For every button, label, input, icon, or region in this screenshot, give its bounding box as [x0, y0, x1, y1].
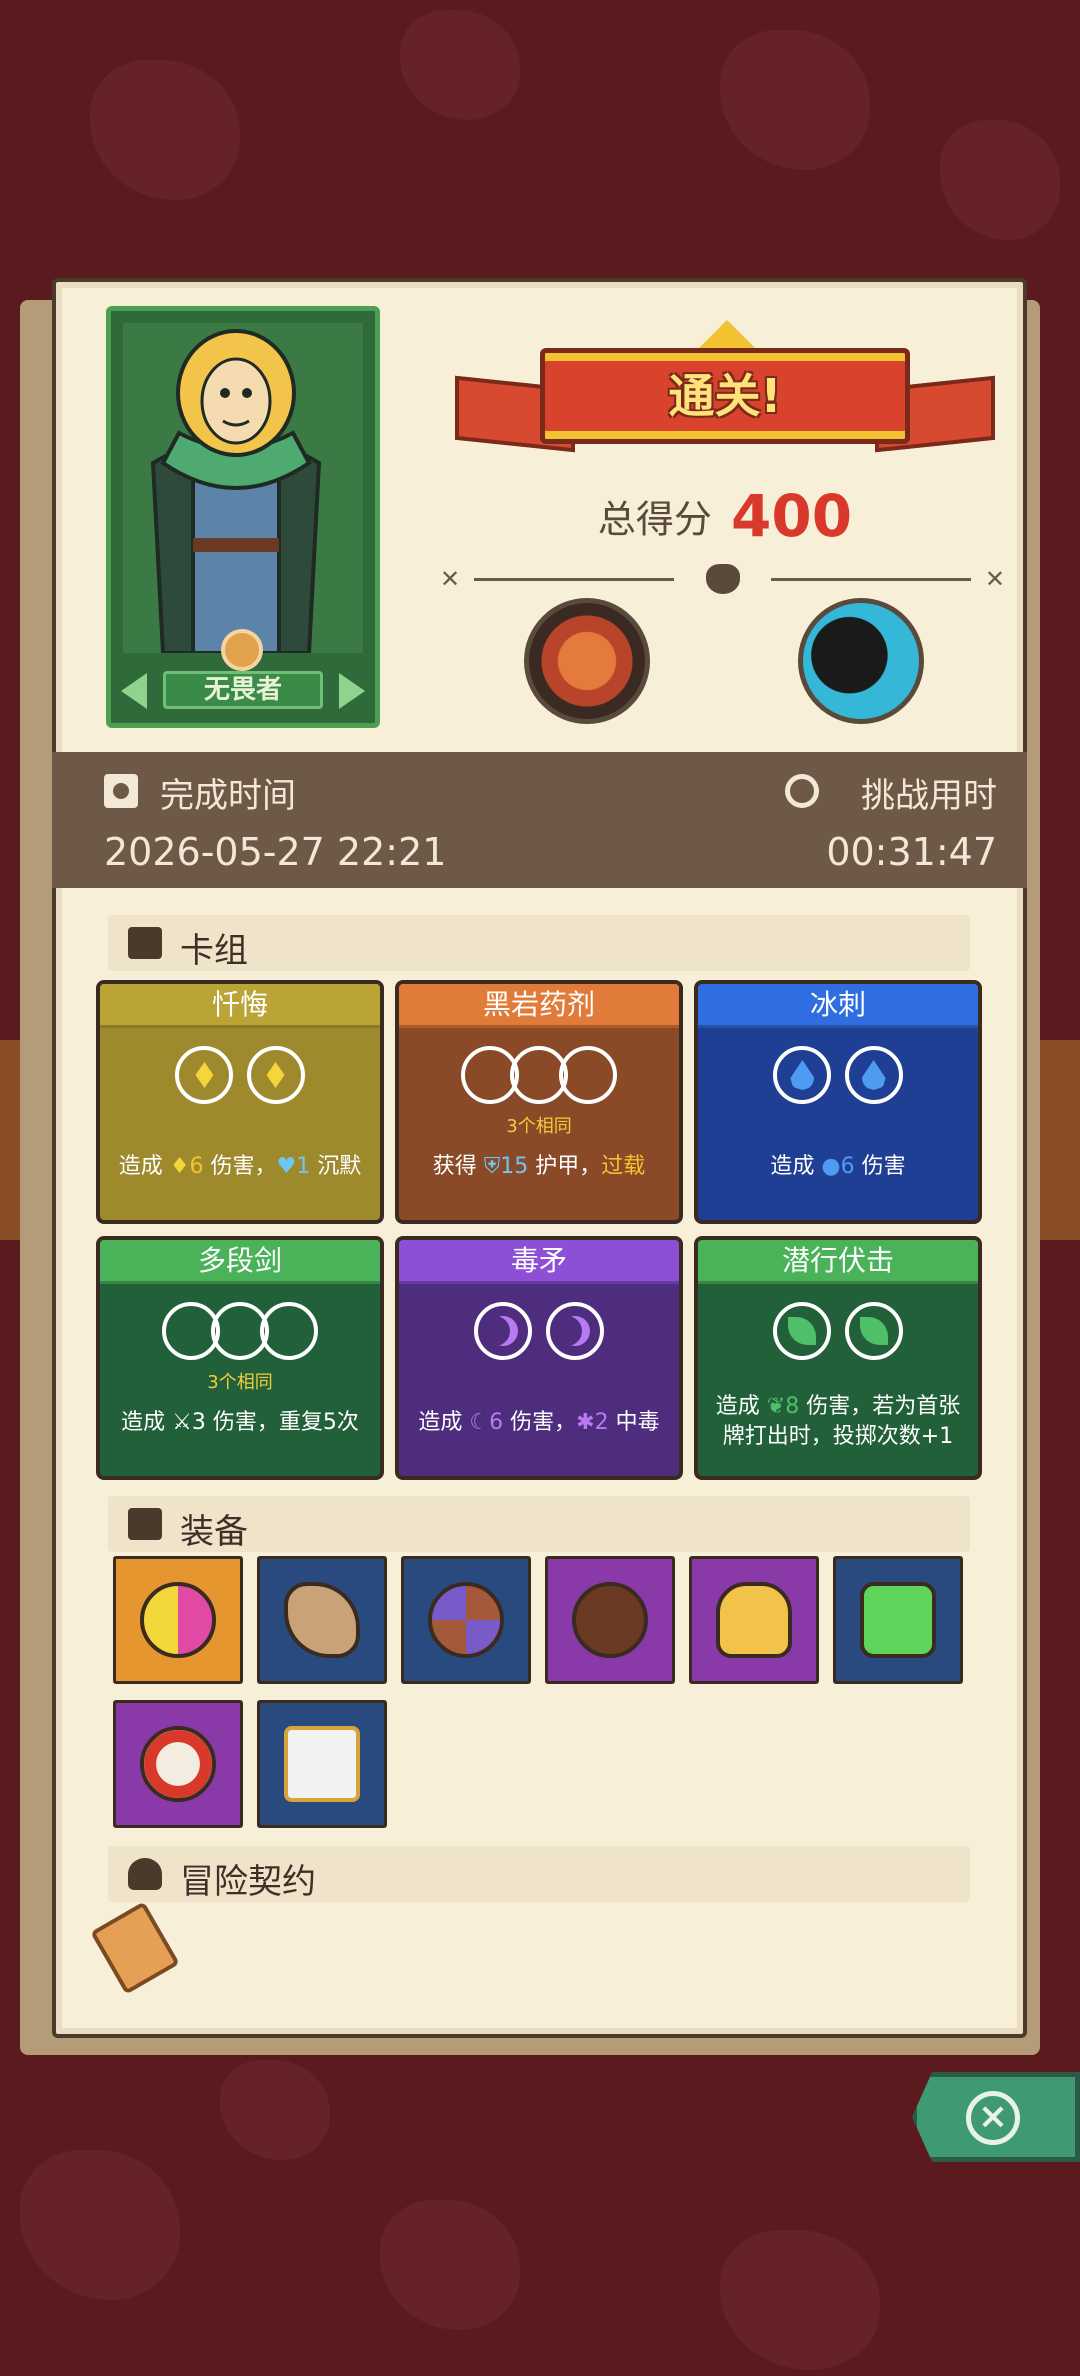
deck-card[interactable]: 多段剑 3个相同 造成 ⚔3 伤害，重复5次 [96, 1236, 384, 1480]
crossed-swords-icon: ✕ [440, 565, 461, 593]
total-score: 总得分 400 [455, 482, 995, 550]
hero-next-arrow-icon[interactable] [339, 673, 365, 709]
card-name: 毒矛 [399, 1240, 679, 1284]
shadow-beast-boss[interactable] [798, 598, 924, 724]
deck-title: 卡组 [180, 931, 248, 971]
score-label: 总得分 [597, 497, 712, 542]
leaf-orb-icon [844, 1302, 903, 1360]
card-name: 多段剑 [100, 1240, 380, 1284]
diamond-orb-icon [175, 1046, 234, 1104]
deck-card[interactable]: 冰刺 造成 ●6 伤害 [694, 980, 982, 1224]
yin-yang-orb-icon[interactable] [113, 1556, 243, 1684]
card-description: 造成 ☾6 伤害，✱2 中毒 [418, 1410, 660, 1435]
water-drop-orb-icon [773, 1046, 832, 1104]
duration-label: 挑战用时 [861, 776, 997, 816]
victory-ribbon: 通关! [455, 320, 995, 470]
card-description: 获得 ⛨15 护甲，过载 [432, 1154, 646, 1179]
hero-portrait [123, 323, 363, 655]
glove-icon[interactable] [689, 1556, 819, 1684]
calendar-icon [104, 774, 138, 808]
deck-card[interactable]: 忏悔 造成 ♦6 伤害，♥1 沉默 [96, 980, 384, 1224]
duration-value: 00:31:47 [826, 830, 997, 874]
complete-time-value: 2026-05-27 22:21 [104, 830, 447, 874]
close-icon[interactable]: × [966, 2091, 1020, 2145]
card-description: 造成 ⚔3 伤害，重复5次 [121, 1410, 359, 1435]
skull-icon [706, 564, 740, 594]
hero-name: 无畏者 [163, 671, 323, 709]
hero-card[interactable]: 无畏者 [106, 306, 380, 728]
horn-icon[interactable] [257, 1556, 387, 1684]
card-name: 冰刺 [698, 984, 978, 1028]
deck-card[interactable]: 黑岩药剂 3个相同 获得 ⛨15 护甲，过载 [395, 980, 683, 1224]
card-description: 造成 ♦6 伤害，♥1 沉默 [118, 1154, 362, 1179]
time-bar: 完成时间 挑战用时 2026-05-27 22:21 00:31:47 [52, 752, 1027, 888]
same-count-label: 3个相同 [506, 1116, 572, 1137]
emerald-icon[interactable] [833, 1556, 963, 1684]
deck-section-header: 卡组 [108, 915, 970, 971]
box-icon [128, 1508, 162, 1540]
deck-card[interactable]: 潜行伏击 造成 ❦8 伤害，若为首张牌打出时，投掷次数+1 [694, 1236, 982, 1480]
stopwatch-icon [785, 774, 819, 808]
card-name: 潜行伏击 [698, 1240, 978, 1284]
tribal-mask-icon[interactable] [113, 1700, 243, 1828]
shuriken-shield-icon[interactable] [401, 1556, 531, 1684]
deck-card[interactable]: 毒矛 造成 ☾6 伤害，✱2 中毒 [395, 1236, 683, 1480]
contract-section-header: 冒险契约 [108, 1846, 970, 1902]
crossed-swords-icon: ✕ [984, 565, 1005, 593]
empty-orb-icon [260, 1302, 319, 1360]
equipment-title: 装备 [180, 1512, 248, 1552]
button-icon[interactable] [545, 1556, 675, 1684]
moon-orb-icon [545, 1302, 604, 1360]
equipment-section-header: 装备 [108, 1496, 970, 1552]
boss-divider: ✕ ✕ [440, 564, 1005, 594]
victory-title: 通关! [668, 369, 782, 423]
empty-orb-icon [559, 1046, 618, 1104]
card-description: 造成 ❦8 伤害，若为首张牌打出时，投掷次数+1 [715, 1394, 961, 1449]
card-description: 造成 ●6 伤害 [770, 1154, 906, 1179]
complete-time-label: 完成时间 [160, 776, 296, 816]
hero-prev-arrow-icon[interactable] [121, 673, 147, 709]
score-value: 400 [731, 482, 853, 550]
leaf-orb-icon [773, 1302, 832, 1360]
same-count-label: 3个相同 [207, 1372, 273, 1393]
water-drop-orb-icon [844, 1046, 903, 1104]
diamond-orb-icon [246, 1046, 305, 1104]
side-glow-right [1040, 1040, 1080, 1240]
hero-medal-icon [221, 629, 263, 671]
dice-box-icon[interactable] [257, 1700, 387, 1828]
contract-title: 冒险契约 [180, 1862, 316, 1902]
cards-icon [128, 927, 162, 959]
moon-orb-icon [474, 1302, 533, 1360]
person-icon [128, 1858, 162, 1890]
eye-monster-boss[interactable] [524, 598, 650, 724]
card-name: 忏悔 [100, 984, 380, 1028]
card-name: 黑岩药剂 [399, 984, 679, 1028]
